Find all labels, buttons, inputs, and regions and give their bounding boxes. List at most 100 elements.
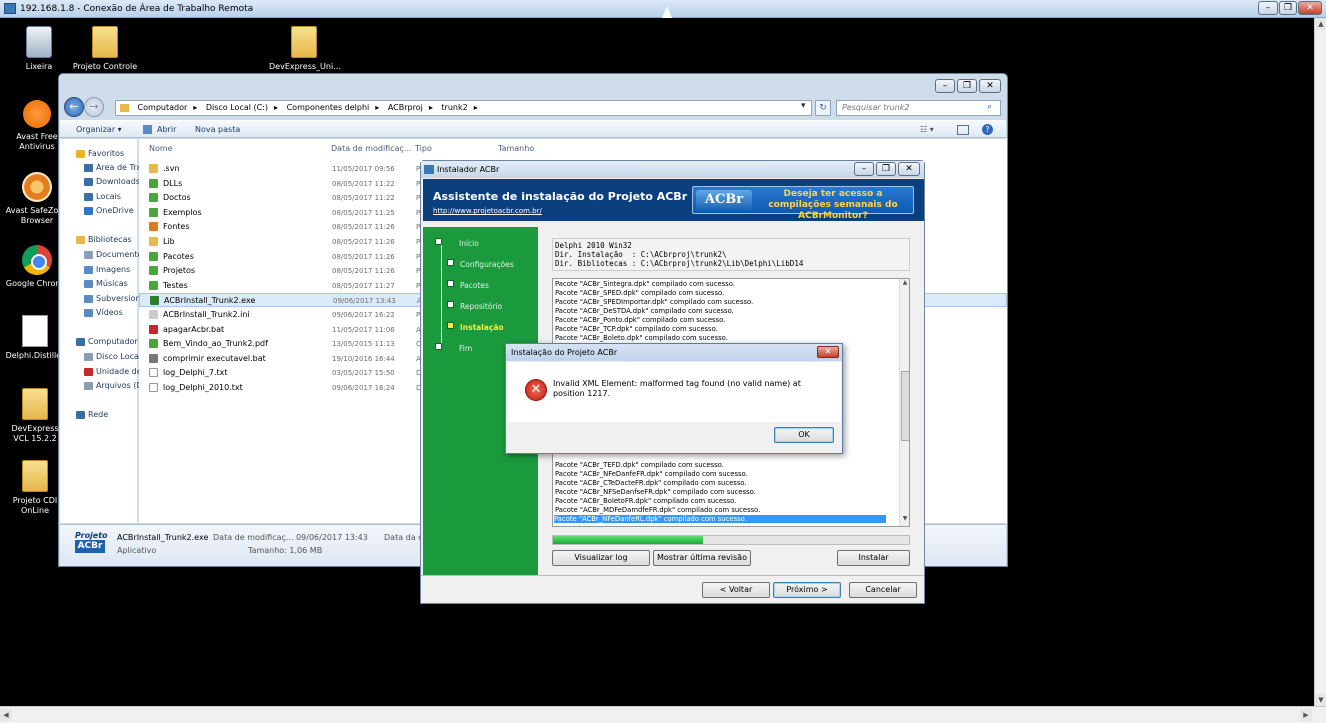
log-line[interactable]: Pacote "ACBr_MDFeDamdfeFR.dpk" compilado…	[555, 506, 760, 514]
back-button[interactable]: < Voltar	[702, 582, 770, 598]
file-icon	[149, 207, 158, 217]
scroll-thumb[interactable]	[901, 371, 909, 441]
log-line[interactable]: Pacote "ACBr_NFeDanfeRL.dpk" compilado c…	[554, 515, 886, 523]
preview-pane-icon[interactable]	[957, 125, 969, 135]
installer-url-link[interactable]: http://www.projetoacbr.com.br/	[433, 207, 542, 215]
step-label: Fim	[459, 344, 473, 353]
minimize-button[interactable]: –	[854, 162, 874, 176]
desktop-icon-lixeira[interactable]: Lixeira	[4, 26, 74, 72]
back-icon[interactable]: ←	[64, 97, 84, 117]
music-icon	[84, 279, 93, 288]
breadcrumb-componentes[interactable]: Componentes delphi	[287, 101, 370, 115]
close-button[interactable]: ✕	[898, 162, 920, 176]
log-line[interactable]: Pacote "ACBr_Boleto.dpk" compilado com s…	[555, 334, 728, 342]
file-date: 08/05/2017 11:22	[332, 179, 395, 188]
minimize-button[interactable]: –	[935, 79, 955, 93]
log-line[interactable]: Pacote "ACBr_Ponto.dpk" compilado com su…	[555, 316, 725, 324]
app-logo: Projeto ACBr	[75, 531, 108, 553]
places-icon	[84, 192, 93, 201]
breadcrumb-computador[interactable]: Computador	[138, 101, 188, 115]
next-button[interactable]: Próximo >	[773, 582, 841, 598]
nav-item-label: OneDrive	[96, 206, 134, 215]
install-button[interactable]: Instalar	[837, 550, 910, 566]
open-button[interactable]: Abrir	[157, 125, 176, 134]
scroll-left-icon[interactable]: ◀	[0, 709, 12, 721]
last-revision-button[interactable]: Mostrar última revisão	[653, 550, 751, 566]
desktop-icon-devexpress-vcl[interactable]: DevExpress VCL 15.2.2	[4, 388, 66, 444]
help-icon[interactable]: ?	[982, 124, 993, 135]
open-icon	[143, 125, 152, 134]
log-line[interactable]: Pacote "ACBr_BoletoFR.dpk" compilado com…	[555, 497, 736, 505]
desktop-icon-projeto-cdi[interactable]: Projeto CDI OnLine	[4, 460, 66, 516]
scroll-up-icon[interactable]: ▲	[900, 279, 909, 289]
file-icon	[149, 339, 158, 349]
organize-button[interactable]: Organizar ▾	[76, 125, 122, 134]
nav-buttons: ← →	[64, 97, 110, 117]
file-name: ACBrInstall_Trunk2.ini	[163, 310, 250, 319]
computer-icon	[76, 337, 85, 346]
file-icon	[149, 353, 158, 363]
view-options-icon[interactable]: ☷ ▾	[920, 125, 934, 134]
scroll-up-icon[interactable]: ▲	[1315, 18, 1326, 30]
desktop-icon-delphi-distiller[interactable]: Delphi.Distiller	[4, 315, 66, 361]
folder-icon	[22, 460, 48, 492]
log-line[interactable]: Pacote "ACBr_NFSeDanfseFR.dpk" compilado…	[555, 488, 756, 496]
close-button[interactable]: ✕	[979, 79, 1001, 93]
dialog-message: Invalid XML Element: malformed tag found…	[553, 379, 801, 398]
log-line[interactable]: Pacote "ACBr_NFeDanfeFR.dpk" compilado c…	[555, 470, 748, 478]
view-log-button[interactable]: Visualizar log	[552, 550, 650, 566]
scroll-down-icon[interactable]: ▼	[1315, 694, 1326, 706]
vertical-scrollbar[interactable]: ▲ ▼	[1314, 18, 1326, 706]
maximize-button[interactable]: ❐	[876, 162, 896, 176]
column-name[interactable]: Nome	[149, 144, 173, 153]
address-bar[interactable]: Computador ▸ Disco Local (C:) ▸ Componente…	[115, 100, 812, 116]
restore-button[interactable]: ❐	[1279, 1, 1297, 15]
log-line[interactable]: Pacote "ACBr_SPED.dpk" compilado com suc…	[555, 289, 724, 297]
breadcrumb-acbrproj[interactable]: ACBrproj	[388, 101, 423, 115]
installer-title-bar: Instalador ACBr – ❐ ✕	[421, 161, 924, 178]
desktop-icon-projeto-controle[interactable]: Projeto Controle	[70, 26, 140, 72]
file-icon	[149, 368, 158, 378]
close-icon[interactable]: ✕	[817, 346, 839, 358]
log-line[interactable]: Pacote "ACBr_SPEDImportar.dpk" compilado…	[555, 298, 753, 306]
log-scrollbar[interactable]: ▲ ▼	[899, 279, 909, 526]
cancel-button[interactable]: Cancelar	[849, 582, 917, 598]
forward-icon[interactable]: →	[84, 97, 104, 117]
breadcrumb-trunk2[interactable]: trunk2	[441, 101, 467, 115]
step-label: Configurações	[460, 260, 514, 269]
log-line[interactable]: Pacote "ACBr_DeSTDA.dpk" compilado com s…	[555, 307, 734, 315]
log-line[interactable]: Pacote "ACBr_CTeDacteFR.dpk" compilado c…	[555, 479, 747, 487]
step-marker	[435, 238, 442, 245]
ok-button[interactable]: OK	[774, 427, 834, 443]
maximize-button[interactable]: ❐	[957, 79, 977, 93]
breadcrumb-disco[interactable]: Disco Local (C:)	[206, 101, 268, 115]
refresh-icon[interactable]: ↻	[815, 100, 831, 116]
scroll-down-icon[interactable]: ▼	[900, 515, 909, 525]
search-input[interactable]: Pesquisar trunk2	[836, 100, 1001, 116]
chrome-icon	[22, 245, 52, 275]
downloads-icon	[84, 177, 93, 186]
column-size[interactable]: Tamanho	[498, 144, 534, 153]
close-button[interactable]: ✕	[1298, 1, 1322, 15]
nav-item-label: Subversion	[96, 294, 141, 303]
file-date: 08/05/2017 11:27	[332, 281, 395, 290]
horizontal-scrollbar[interactable]: ◀ ▶	[0, 706, 1326, 723]
log-line[interactable]: Pacote "ACBr_Sintegra.dpk" compilado com…	[555, 280, 735, 288]
steps-line	[441, 239, 442, 344]
column-date[interactable]: Data de modificaç...	[331, 144, 412, 153]
log-line[interactable]: Pacote "ACBr_TCP.dpk" compilado com suce…	[555, 325, 718, 333]
file-date: 08/05/2017 11:26	[332, 267, 395, 276]
new-folder-button[interactable]: Nova pasta	[195, 125, 240, 134]
dialog-body: ✕ Invalid XML Element: malformed tag fou…	[507, 362, 841, 422]
log-line[interactable]: Pacote "ACBr_TEFD.dpk" compilado com suc…	[555, 461, 724, 469]
search-icon[interactable]: ⌕	[987, 102, 992, 112]
scroll-right-icon[interactable]: ▶	[1300, 709, 1312, 721]
minimize-button[interactable]: –	[1258, 1, 1278, 15]
column-type[interactable]: Tipo	[415, 144, 432, 153]
file-name: .svn	[163, 164, 180, 173]
promo-banner[interactable]: ACBr Deseja ter acesso a compilações sem…	[692, 186, 914, 221]
mouse-cursor-icon	[662, 6, 672, 18]
chevron-down-icon[interactable]: ▾	[801, 101, 806, 111]
desktop-icon-devexpress-uni[interactable]: DevExpress_Uni...	[269, 26, 341, 72]
file-name: Testes	[163, 280, 188, 290]
